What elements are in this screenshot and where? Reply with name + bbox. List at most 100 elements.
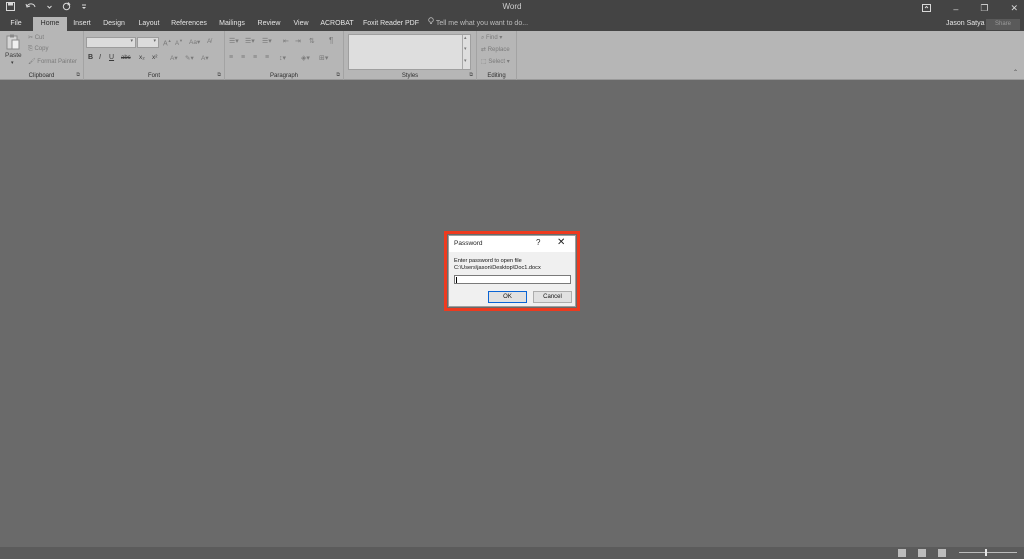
replace-icon: ⇄ (481, 47, 488, 53)
tell-me-search[interactable]: Tell me what you want to do... (428, 17, 528, 31)
align-left-icon[interactable]: ≡ (229, 54, 233, 61)
ok-button[interactable]: OK (488, 291, 527, 303)
copy-button[interactable]: ⎘ Copy (28, 46, 48, 53)
tab-acrobat[interactable]: ACROBAT (318, 17, 356, 31)
ribbon-tabs: File Home Insert Design Layout Reference… (0, 17, 1024, 31)
tab-view[interactable]: View (289, 17, 313, 31)
highlight-color-icon[interactable]: ✎▾ (185, 54, 194, 62)
styles-launcher-icon[interactable]: ⧉ (469, 72, 473, 78)
collapse-ribbon-icon[interactable]: ⌃ (1013, 69, 1018, 76)
tab-mailings[interactable]: Mailings (215, 17, 249, 31)
cut-label: Cut (34, 35, 45, 41)
change-case-icon[interactable]: Aa▾ (189, 38, 200, 46)
tab-references[interactable]: References (170, 17, 208, 31)
user-name[interactable]: Jason Satya (946, 17, 985, 31)
tab-home[interactable]: Home (33, 17, 67, 31)
scroll-up-icon[interactable]: ▴ (464, 35, 467, 41)
help-button[interactable]: ? (536, 238, 540, 247)
numbering-icon[interactable]: ☰▾ (245, 37, 255, 45)
paste-dropdown-icon[interactable]: ▾ (11, 60, 14, 66)
password-dialog: Password ? ✕ Enter password to open file… (448, 235, 576, 307)
bold-button[interactable]: B (88, 54, 93, 61)
paste-button[interactable]: Paste (5, 52, 22, 59)
show-formatting-button[interactable]: ¶ (329, 36, 333, 45)
zoom-slider[interactable] (959, 552, 1017, 553)
sort-icon[interactable]: ⇅ (309, 37, 315, 45)
find-button[interactable]: ⌕ Find ▾ (481, 34, 502, 42)
status-bar (0, 547, 1024, 559)
text-caret (456, 277, 457, 283)
font-launcher-icon[interactable]: ⧉ (217, 72, 221, 78)
tell-me-placeholder: Tell me what you want to do... (435, 20, 529, 27)
tab-insert[interactable]: Insert (69, 17, 95, 31)
font-color-icon[interactable]: A▾ (201, 54, 209, 62)
minimize-button[interactable]: – (953, 4, 958, 14)
paragraph-launcher-icon[interactable]: ⧉ (336, 72, 340, 78)
multilevel-list-icon[interactable]: ☰▾ (262, 37, 272, 45)
superscript-button[interactable]: x² (152, 54, 157, 61)
print-layout-icon[interactable] (918, 549, 926, 557)
tab-review[interactable]: Review (255, 17, 283, 31)
font-size-combo[interactable]: ▾ (137, 37, 159, 48)
password-prompt: Enter password to open file (454, 258, 522, 264)
cut-button[interactable]: ✂ Cut (28, 34, 44, 41)
tab-foxit-reader-pdf[interactable]: Foxit Reader PDF (362, 17, 420, 31)
document-workspace (0, 81, 1024, 547)
line-spacing-icon[interactable]: ↕▾ (279, 54, 286, 62)
align-center-icon[interactable]: ≡ (241, 54, 245, 61)
select-button[interactable]: ⬚ Select ▾ (481, 58, 510, 65)
paragraph-label: Paragraph (269, 73, 299, 79)
increase-indent-icon[interactable]: ⇥ (295, 37, 301, 45)
read-mode-icon[interactable] (898, 549, 906, 557)
decrease-indent-icon[interactable]: ⇤ (283, 37, 289, 45)
dialog-titlebar: Password ? ✕ (449, 236, 575, 252)
subscript-button[interactable]: x₂ (139, 54, 145, 61)
more-styles-icon[interactable]: ▾ (464, 58, 467, 64)
title-bar: Word – ❐ ✕ (0, 0, 1024, 17)
close-icon[interactable]: ✕ (557, 237, 565, 248)
chevron-down-icon: ▾ (153, 38, 156, 44)
editing-group: ⌕ Find ▾ ⇄ Replace ⬚ Select ▾ Editing (477, 31, 517, 80)
format-painter-button[interactable]: 🖌 Format Painter (28, 58, 77, 65)
strikethrough-button[interactable]: abc (121, 55, 131, 61)
italic-button[interactable]: I (99, 54, 101, 61)
ribbon: Paste ▾ ✂ Cut ⎘ Copy 🖌 Format Painter Cl… (0, 31, 1024, 80)
share-button[interactable]: Share (986, 19, 1020, 30)
underline-button[interactable]: U (109, 54, 114, 61)
brush-icon: 🖌 (28, 59, 38, 65)
cancel-button[interactable]: Cancel (533, 291, 572, 303)
ribbon-display-icon[interactable] (922, 3, 932, 14)
clear-formatting-icon[interactable]: A̸ (207, 38, 211, 45)
styles-gallery[interactable]: ▴ ▾ ▾ (348, 34, 471, 70)
scroll-down-icon[interactable]: ▾ (464, 46, 467, 52)
clipboard-launcher-icon[interactable]: ⧉ (76, 72, 80, 78)
tab-design[interactable]: Design (100, 17, 128, 31)
copy-label: Copy (34, 46, 49, 52)
password-input[interactable] (454, 275, 571, 284)
shrink-font-icon[interactable]: A▼ (175, 38, 183, 47)
bullets-icon[interactable]: ☰▾ (229, 37, 239, 45)
clipboard-group: Paste ▾ ✂ Cut ⎘ Copy 🖌 Format Painter Cl… (0, 31, 84, 80)
text-effects-icon[interactable]: A▾ (170, 54, 178, 62)
font-name-combo[interactable]: ▾ (86, 37, 136, 48)
tab-file[interactable]: File (6, 17, 26, 31)
zoom-slider-thumb[interactable] (985, 549, 987, 556)
styles-scroll[interactable]: ▴ ▾ ▾ (462, 35, 470, 69)
close-window-button[interactable]: ✕ (1010, 3, 1018, 14)
lightbulb-icon (428, 17, 436, 27)
chevron-down-icon: ▾ (130, 38, 133, 44)
grow-font-icon[interactable]: A▲ (163, 38, 172, 47)
restore-button[interactable]: ❐ (980, 3, 988, 14)
replace-button[interactable]: ⇄ Replace (481, 46, 510, 53)
font-group: ▾ ▾ A▲ A▼ Aa▾ A̸ B I U abc x₂ x² A▾ ✎▾ A… (84, 31, 225, 80)
tab-layout[interactable]: Layout (134, 17, 164, 31)
web-layout-icon[interactable] (938, 549, 946, 557)
find-label: Find (486, 35, 498, 41)
borders-icon[interactable]: ⊞▾ (319, 54, 328, 62)
window-title: Word (502, 2, 522, 11)
shading-icon[interactable]: ◈▾ (301, 54, 310, 62)
scissors-icon: ✂ (28, 35, 35, 41)
align-right-icon[interactable]: ≡ (253, 54, 257, 61)
paste-icon[interactable] (6, 34, 20, 50)
justify-icon[interactable]: ≡ (265, 54, 269, 61)
